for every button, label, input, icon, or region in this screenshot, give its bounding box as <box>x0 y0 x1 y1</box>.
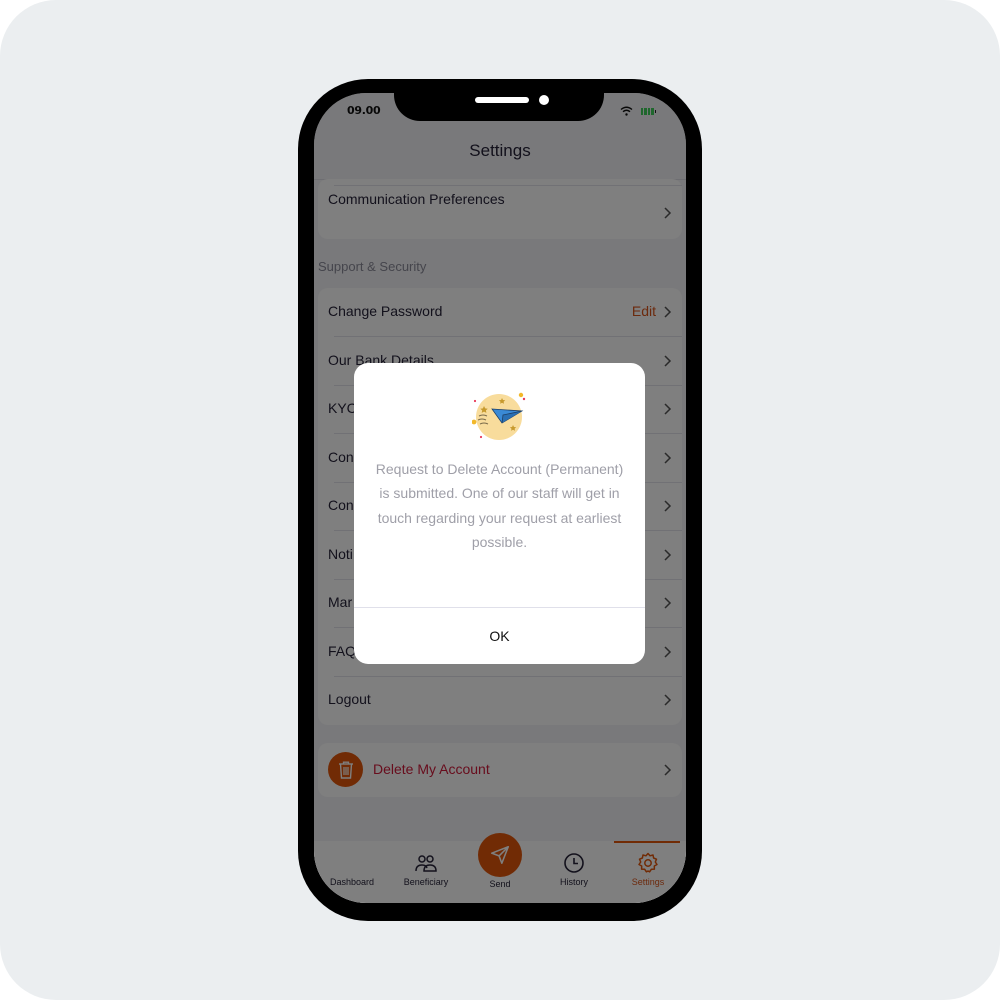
phone-notch <box>394 79 604 121</box>
dialog-message: Request to Delete Account (Permanent) is… <box>375 461 624 551</box>
speaker-grille <box>475 97 529 103</box>
ok-button[interactable]: OK <box>354 608 645 664</box>
paper-plane-illustration <box>472 392 526 440</box>
confirmation-dialog: Request to Delete Account (Permanent) is… <box>354 363 645 664</box>
front-camera <box>539 95 549 105</box>
